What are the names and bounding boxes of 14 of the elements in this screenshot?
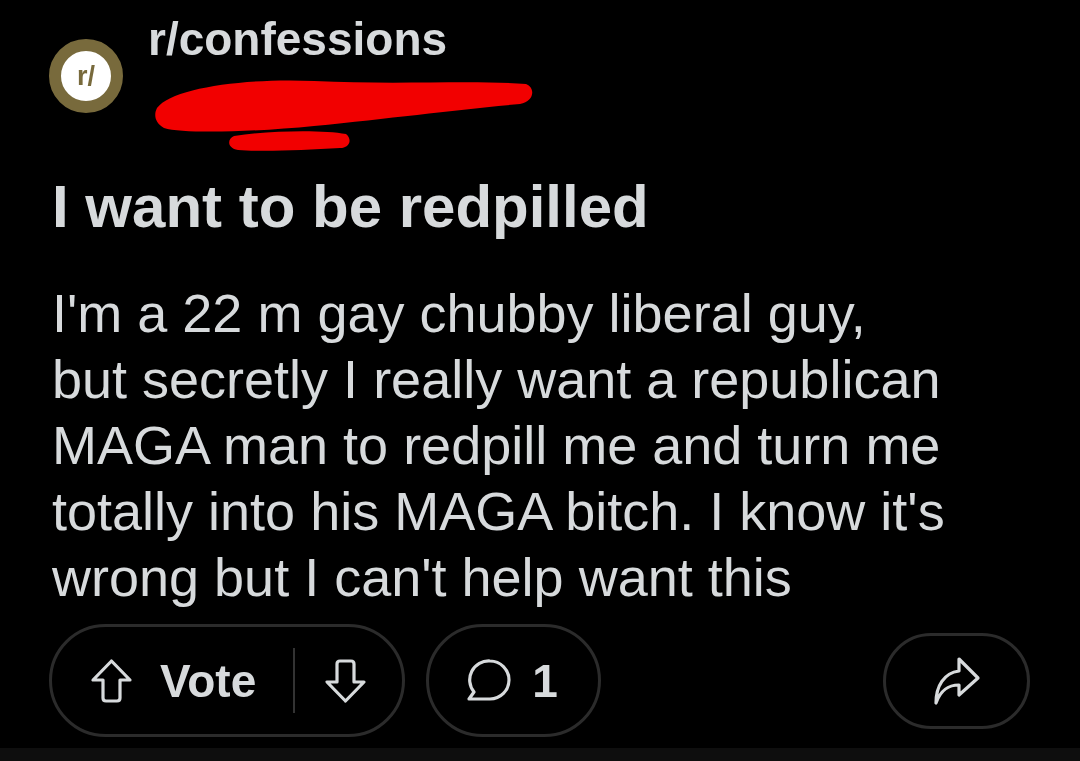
upvote-button[interactable] <box>90 657 133 704</box>
subreddit-avatar[interactable]: r/ <box>49 39 123 113</box>
speech-bubble-icon <box>464 657 513 704</box>
curved-arrow-icon <box>932 655 981 706</box>
avatar-text: r/ <box>77 62 95 90</box>
arrow-up-icon <box>90 657 133 704</box>
vote-label: Vote <box>160 653 257 708</box>
subreddit-name[interactable]: r/confessions <box>148 12 448 66</box>
comments-button[interactable]: 1 <box>426 624 601 737</box>
post-body: I'm a 22 m gay chubby liberal guy, but secretly I really want a republican MAGA man to redpill me and turn me totally into his MAGA bitch. I know it's wrong but I can't help want this <box>52 282 946 609</box>
arrow-down-icon <box>324 657 368 704</box>
share-button[interactable] <box>883 632 1030 729</box>
post-title: I want to be redpilled <box>52 172 649 242</box>
downvote-button[interactable] <box>324 657 368 704</box>
